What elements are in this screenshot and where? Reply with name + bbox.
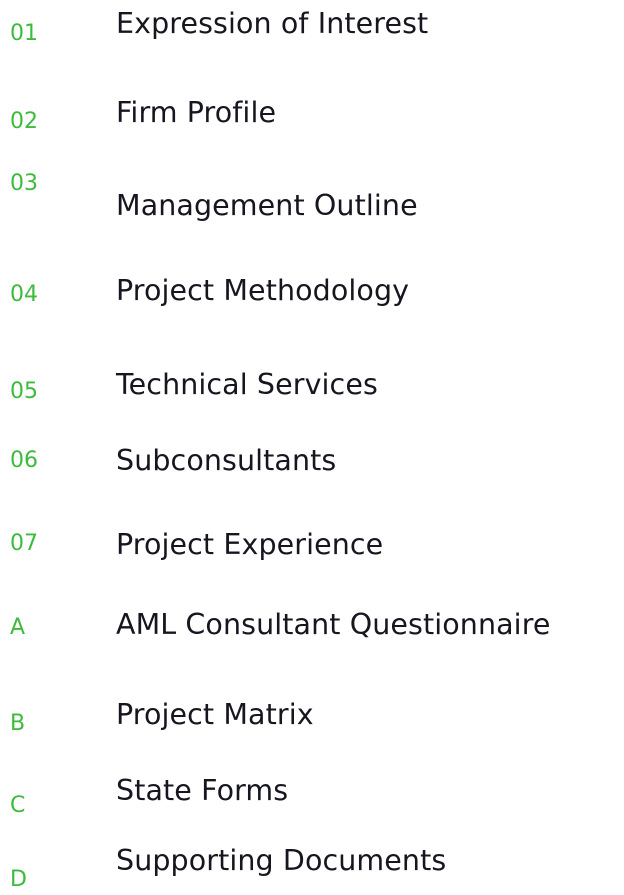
toc-item-project-methodology[interactable]: 04 Project Methodology: [0, 265, 624, 325]
toc-item-title: Subconsultants: [116, 444, 337, 477]
toc-item-title: Project Experience: [116, 528, 384, 561]
toc-item-supporting-documents[interactable]: D Supporting Documents: [0, 833, 624, 893]
toc-item-expression-of-interest[interactable]: 01 Expression of Interest: [0, 0, 624, 60]
toc-item-title: Firm Profile: [116, 96, 277, 129]
toc-item-number: D: [10, 867, 27, 892]
table-of-contents: 01 Expression of Interest 02 Firm Profil…: [0, 0, 624, 895]
toc-item-title: Supporting Documents: [116, 844, 447, 877]
toc-item-title: Project Methodology: [116, 274, 410, 307]
toc-item-number: A: [10, 615, 26, 640]
toc-item-number: B: [10, 711, 26, 736]
toc-item-title: Technical Services: [116, 368, 378, 401]
toc-item-title: Expression of Interest: [116, 7, 429, 40]
toc-item-aml-consultant-questionnaire[interactable]: A AML Consultant Questionnaire: [0, 604, 624, 664]
toc-item-number: C: [10, 793, 26, 818]
toc-item-firm-profile[interactable]: 02 Firm Profile: [0, 88, 624, 148]
toc-item-number: 07: [10, 531, 38, 556]
toc-item-number: 03: [10, 171, 38, 196]
toc-item-title: Management Outline: [116, 189, 418, 222]
toc-item-title: AML Consultant Questionnaire: [116, 608, 551, 641]
toc-item-number: 04: [10, 282, 38, 307]
toc-item-subconsultants[interactable]: 06 Subconsultants: [0, 440, 624, 500]
toc-item-number: 02: [10, 109, 38, 134]
toc-item-number: 01: [10, 21, 38, 46]
toc-item-title: Project Matrix: [116, 698, 314, 731]
toc-item-technical-services[interactable]: 05 Technical Services: [0, 358, 624, 418]
toc-item-project-experience[interactable]: 07 Project Experience: [0, 520, 624, 580]
toc-item-title: State Forms: [116, 774, 289, 807]
toc-item-state-forms[interactable]: C State Forms: [0, 770, 624, 830]
toc-item-management-outline[interactable]: 03 Management Outline: [0, 170, 624, 230]
toc-item-number: 05: [10, 379, 38, 404]
toc-item-project-matrix[interactable]: B Project Matrix: [0, 685, 624, 745]
toc-item-number: 06: [10, 448, 38, 473]
